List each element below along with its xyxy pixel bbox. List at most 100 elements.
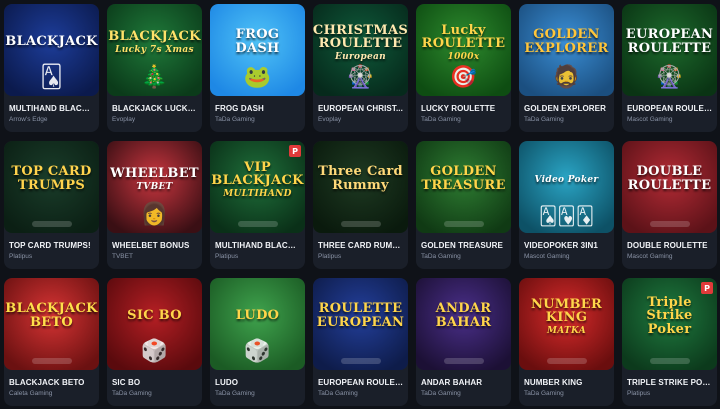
game-thumbnail[interactable]: 🎲 LUDO [210, 278, 305, 370]
game-meta: TRIPLE STRIKE POK... Platipus [622, 370, 717, 397]
game-card[interactable]: 🂡🂱🃁 Video Poker VIDEOPOKER 3IN1 Mascot Gami… [519, 141, 614, 269]
game-art-title: CHRISTMAS ROULETTE [313, 22, 408, 52]
game-meta: LUDO TaDa Gaming [210, 370, 305, 397]
game-card[interactable]: 🎲 SIC BO SIC BO TaDa Gaming [107, 278, 202, 406]
game-art-subtitle: TVBET [136, 182, 173, 193]
game-title[interactable]: EUROPEAN ROULET... [627, 104, 712, 113]
game-art-subtitle: European [335, 51, 386, 62]
game-title[interactable]: EUROPEAN CHRIST... [318, 104, 403, 113]
game-title[interactable]: VIDEOPOKER 3IN1 [524, 241, 609, 250]
game-meta: NUMBER KING TaDa Gaming [519, 370, 614, 397]
game-title[interactable]: LUCKY ROULETTE [421, 104, 506, 113]
game-title[interactable]: LUDO [215, 378, 300, 387]
game-title[interactable]: NUMBER KING [524, 378, 609, 387]
game-art-subtitle: 1000x [447, 51, 480, 62]
game-title[interactable]: MULTIHAND BLACK... [215, 241, 300, 250]
game-thumbnail[interactable]: 🎯 Lucky ROULETTE 1000x [416, 4, 511, 96]
cards-icon [649, 358, 690, 364]
game-meta: TOP CARD TRUMPS! Platipus [4, 233, 99, 260]
game-card[interactable]: ANDAR BAHAR ANDAR BAHAR TaDa Gaming [416, 278, 511, 406]
cards-icon: 🂡 [40, 64, 63, 89]
game-meta: EUROPEAN ROULET... TaDa Gaming [313, 370, 408, 397]
game-thumbnail[interactable]: 🂡 BLACKJACK [4, 4, 99, 96]
game-thumbnail[interactable]: 🎄 BLACKJACK Lucky 7s Xmas [107, 4, 202, 96]
wheel-icon [546, 358, 587, 364]
game-card[interactable]: DOUBLE ROULETTE DOUBLE ROULETTE Mascot Gam… [622, 141, 717, 269]
game-title[interactable]: EUROPEAN ROULET... [318, 378, 403, 387]
game-title[interactable]: SIC BO [112, 378, 197, 387]
game-card[interactable]: Triple Strike Poker P TRIPLE STRIKE POK...… [622, 278, 717, 406]
game-card[interactable]: BLACKJACK BETO BLACKJACK BETO Caleta Gamin… [4, 278, 99, 406]
game-title[interactable]: WHEELBET BONUS [112, 241, 197, 250]
game-thumbnail[interactable]: TOP CARD TRUMPS [4, 141, 99, 233]
game-card[interactable]: 🎡 EUROPEAN ROULETTE EUROPEAN ROULET... Masc… [622, 4, 717, 132]
game-meta: SIC BO TaDa Gaming [107, 370, 202, 397]
game-card[interactable]: 👩 WHEELBET TVBET WHEELBET BONUS TVBET [107, 141, 202, 269]
game-title[interactable]: DOUBLE ROULETTE [627, 241, 712, 250]
game-provider: TaDa Gaming [421, 253, 461, 260]
game-card[interactable]: 🎄 BLACKJACK Lucky 7s Xmas BLACKJACK LUCKY..… [107, 4, 202, 132]
game-card[interactable]: NUMBER KING MATKA NUMBER KING TaDa Gaming [519, 278, 614, 406]
game-thumbnail[interactable]: ANDAR BAHAR [416, 278, 511, 370]
game-card[interactable]: ROULETTE EUROPEAN EUROPEAN ROULET... TaDa … [313, 278, 408, 406]
game-art-title: ROULETTE EUROPEAN [316, 301, 405, 330]
game-art-title: Triple Strike Poker [646, 294, 693, 337]
game-provider: TaDa Gaming [112, 390, 152, 397]
game-art-title: GOLDEN EXPLORER [524, 27, 609, 56]
game-card[interactable]: 🎲 LUDO LUDO TaDa Gaming [210, 278, 305, 406]
game-card[interactable]: TOP CARD TRUMPS TOP CARD TRUMPS! Platipus [4, 141, 99, 269]
game-meta: MULTIHAND BLACK... Platipus [210, 233, 305, 260]
game-art-title: DOUBLE ROULETTE [627, 164, 712, 193]
game-thumbnail[interactable]: Triple Strike Poker P [622, 278, 717, 370]
game-card[interactable]: Three Card Rummy THREE CARD RUMMY Platipus [313, 141, 408, 269]
game-title[interactable]: BLACKJACK BETO [9, 378, 94, 387]
game-title[interactable]: GOLDEN EXPLORER [524, 104, 609, 113]
game-title[interactable]: THREE CARD RUMMY [318, 241, 403, 250]
game-provider: Platipus [9, 253, 33, 260]
game-title[interactable]: MULTIHAND BLACK... [9, 104, 94, 113]
game-art-title: GOLDEN TREASURE [421, 164, 506, 193]
game-thumbnail[interactable]: 🎲 SIC BO [107, 278, 202, 370]
game-art-title: BLACKJACK [108, 29, 201, 45]
game-art-title: TOP CARD TRUMPS [11, 164, 92, 193]
game-title[interactable]: FROG DASH [215, 104, 300, 113]
game-thumbnail[interactable]: 🐸 FROG DASH [210, 4, 305, 96]
game-title[interactable]: ANDAR BAHAR [421, 378, 506, 387]
game-meta: EUROPEAN CHRIST... Evoplay [313, 96, 408, 123]
game-thumbnail[interactable]: GOLDEN TREASURE [416, 141, 511, 233]
game-thumbnail[interactable]: 👩 WHEELBET TVBET [107, 141, 202, 233]
game-title[interactable]: BLACKJACK LUCKY... [112, 104, 197, 113]
game-card[interactable]: GOLDEN TREASURE GOLDEN TREASURE TaDa Gamin… [416, 141, 511, 269]
dice-icon: 🎲 [140, 338, 169, 363]
game-meta: LUCKY ROULETTE TaDa Gaming [416, 96, 511, 123]
game-art-title: EUROPEAN ROULETTE [625, 27, 714, 56]
game-art-title: NUMBER KING [530, 296, 603, 326]
game-card[interactable]: 🐸 FROG DASH FROG DASH TaDa Gaming [210, 4, 305, 132]
game-thumbnail[interactable]: ROULETTE EUROPEAN [313, 278, 408, 370]
game-thumbnail[interactable]: NUMBER KING MATKA [519, 278, 614, 370]
game-thumbnail[interactable]: VIP BLACKJACK MULTIHAND P [210, 141, 305, 233]
game-title[interactable]: GOLDEN TREASURE [421, 241, 506, 250]
game-thumbnail[interactable]: 🎡 EUROPEAN ROULETTE [622, 4, 717, 96]
game-provider: TVBET [112, 253, 133, 260]
game-thumbnail[interactable]: 🂡🂱🃁 Video Poker [519, 141, 614, 233]
game-card[interactable]: 🎡 CHRISTMAS ROULETTE European EUROPEAN CHRI… [313, 4, 408, 132]
game-thumbnail[interactable]: Three Card Rummy [313, 141, 408, 233]
game-card[interactable]: 🂡 BLACKJACK MULTIHAND BLACK... Arrow's Edge [4, 4, 99, 132]
game-provider: Mascot Gaming [627, 116, 673, 123]
game-card[interactable]: 🧔 GOLDEN EXPLORER GOLDEN EXPLORER TaDa Gami… [519, 4, 614, 132]
game-title[interactable]: TOP CARD TRUMPS! [9, 241, 94, 250]
game-thumbnail[interactable]: DOUBLE ROULETTE [622, 141, 717, 233]
game-card[interactable]: 🎯 Lucky ROULETTE 1000x LUCKY ROULETTE TaDa G… [416, 4, 511, 132]
game-title[interactable]: TRIPLE STRIKE POK... [627, 378, 712, 387]
game-provider: TaDa Gaming [524, 116, 564, 123]
game-card[interactable]: VIP BLACKJACK MULTIHAND P MULTIHAND BLACK..… [210, 141, 305, 269]
game-thumbnail[interactable]: 🎡 CHRISTMAS ROULETTE European [313, 4, 408, 96]
game-thumbnail[interactable]: 🧔 GOLDEN EXPLORER [519, 4, 614, 96]
game-thumbnail[interactable]: BLACKJACK BETO [4, 278, 99, 370]
game-provider: TaDa Gaming [215, 116, 255, 123]
game-meta: GOLDEN EXPLORER TaDa Gaming [519, 96, 614, 123]
game-meta: VIDEOPOKER 3IN1 Mascot Gaming [519, 233, 614, 260]
game-provider: TaDa Gaming [421, 116, 461, 123]
game-meta: EUROPEAN ROULET... Mascot Gaming [622, 96, 717, 123]
